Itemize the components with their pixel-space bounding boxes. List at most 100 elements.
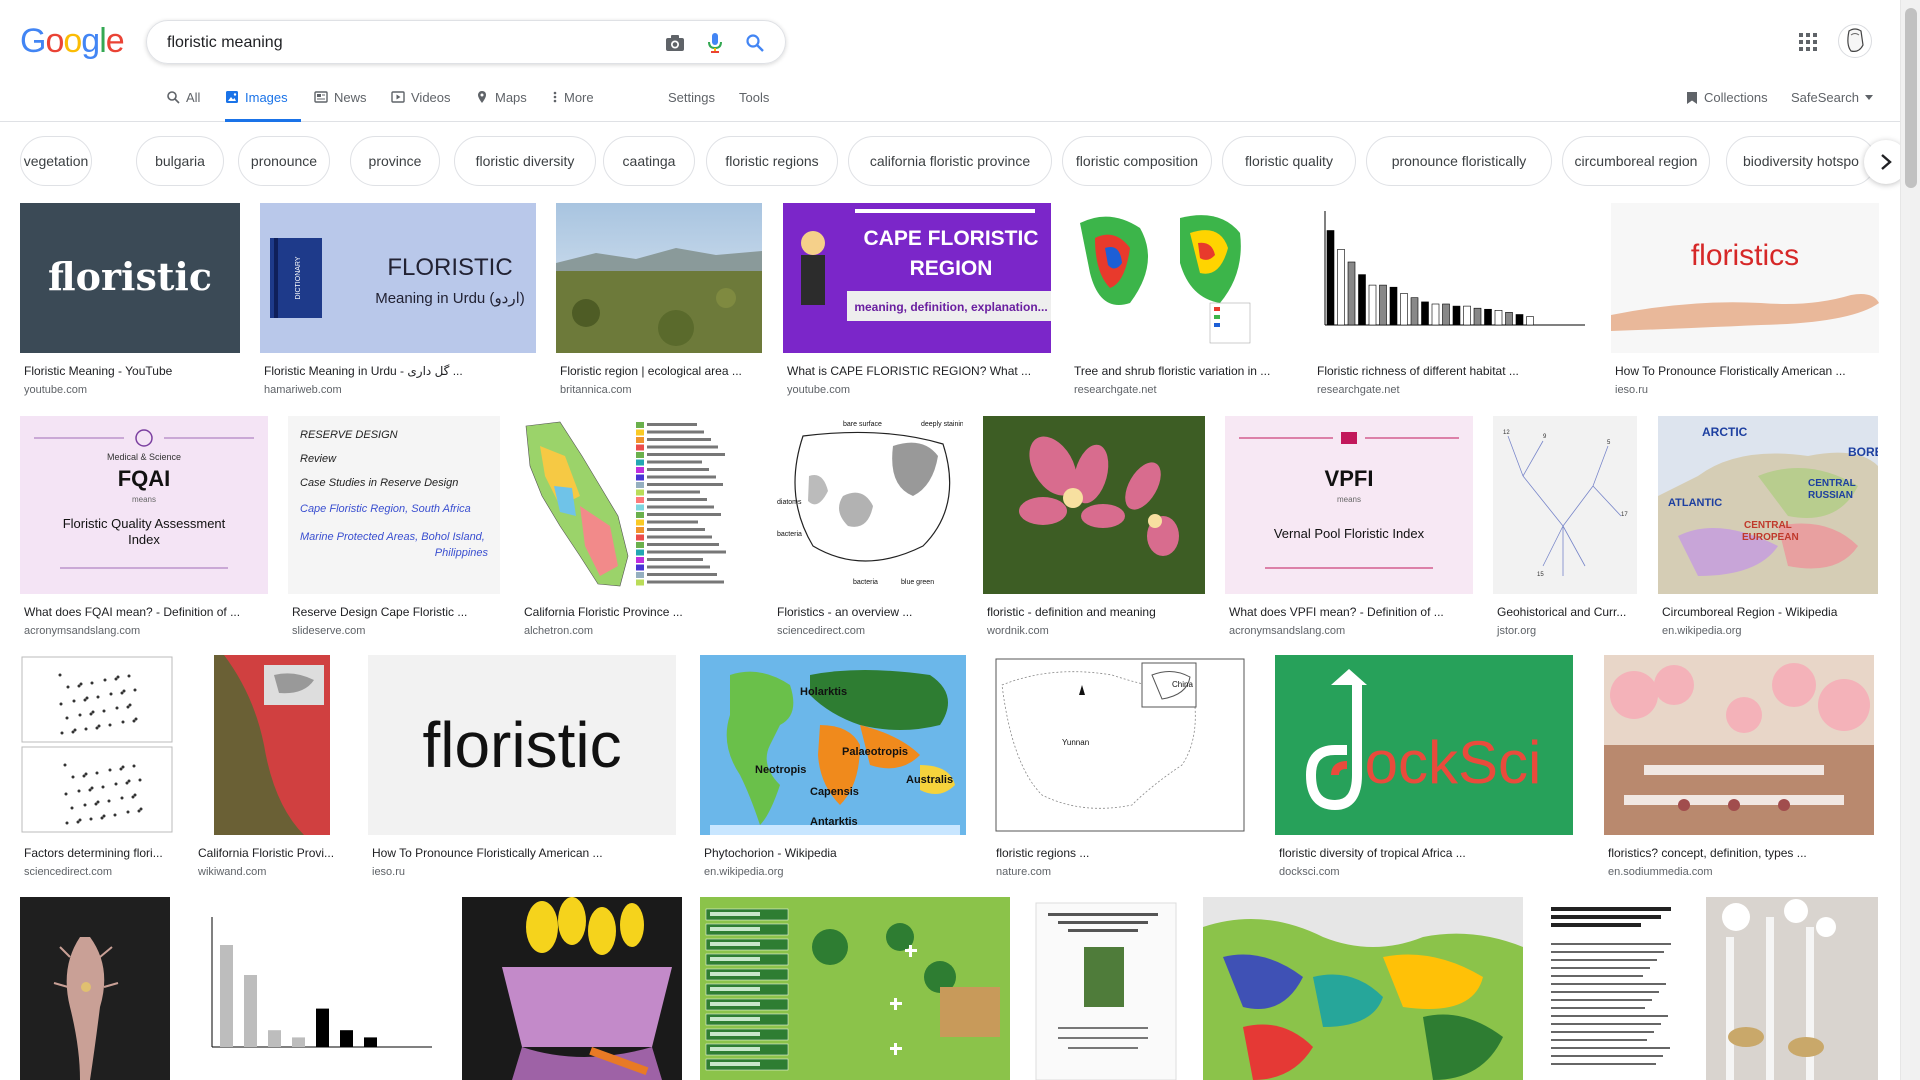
result-source[interactable]: wikiwand.com: [198, 866, 266, 878]
result-title[interactable]: Floristics - an overview ...: [777, 605, 959, 619]
result-source[interactable]: britannica.com: [560, 384, 632, 396]
result-thumbnail[interactable]: [983, 416, 1205, 594]
result-source[interactable]: wordnik.com: [987, 625, 1049, 637]
image-result[interactable]: floristic - definition and meaning wordni…: [983, 416, 1205, 644]
image-result[interactable]: ARCTICBOREALATLANTICCENTRALRUSSIANCENTRA…: [1658, 416, 1878, 644]
chip-1[interactable]: bulgaria: [136, 136, 224, 186]
result-title[interactable]: Tree and shrub floristic variation in ..…: [1074, 364, 1290, 378]
result-thumbnail[interactable]: [1706, 897, 1878, 1080]
result-source[interactable]: hamariweb.com: [264, 384, 342, 396]
result-thumbnail[interactable]: [1541, 897, 1687, 1080]
result-source[interactable]: nature.com: [996, 866, 1051, 878]
chip-0[interactable]: vegetation: [20, 136, 92, 186]
settings-link[interactable]: Settings: [668, 90, 715, 105]
apps-grid-icon[interactable]: [1796, 30, 1820, 54]
result-title[interactable]: Circumboreal Region - Wikipedia: [1662, 605, 1874, 619]
result-thumbnail[interactable]: ARCTICBOREALATLANTICCENTRALRUSSIANCENTRA…: [1658, 416, 1878, 594]
image-result[interactable]: [1541, 897, 1687, 1080]
safesearch-dropdown[interactable]: SafeSearch: [1791, 90, 1873, 105]
chip-7[interactable]: california floristic province: [848, 136, 1052, 186]
result-thumbnail[interactable]: Medical & Science FQAI means Floristic Qual…: [20, 416, 268, 594]
result-source[interactable]: en.wikipedia.org: [1662, 625, 1742, 637]
result-thumbnail[interactable]: diatoms bacteria bare surface deeply staini…: [773, 416, 963, 594]
result-source[interactable]: acronymsandslang.com: [1229, 625, 1345, 637]
avatar[interactable]: [1838, 24, 1872, 58]
result-thumbnail[interactable]: [1070, 203, 1294, 353]
result-title[interactable]: Floristic Meaning in Urdu - گل داری ...: [264, 364, 532, 378]
google-logo[interactable]: Google: [20, 22, 125, 61]
scrollbar[interactable]: [1900, 0, 1920, 1080]
result-source[interactable]: sciencedirect.com: [24, 866, 112, 878]
result-thumbnail[interactable]: [520, 416, 752, 594]
image-result[interactable]: floristic How To Pronounce Floristically …: [368, 655, 676, 885]
result-title[interactable]: Reserve Design Cape Floristic ...: [292, 605, 496, 619]
result-source[interactable]: youtube.com: [787, 384, 850, 396]
image-result[interactable]: floristic Floristic Meaning - YouTube yout…: [20, 203, 240, 403]
image-result[interactable]: CAPE FLORISTIC REGION meaning, definition,…: [783, 203, 1051, 403]
chip-3[interactable]: province: [350, 136, 440, 186]
result-title[interactable]: How To Pronounce Floristically American …: [372, 846, 672, 860]
result-source[interactable]: alchetron.com: [524, 625, 593, 637]
image-result[interactable]: [462, 897, 682, 1080]
image-result[interactable]: [700, 897, 1010, 1080]
result-source[interactable]: en.sodiummedia.com: [1608, 866, 1713, 878]
image-result[interactable]: California Floristic Provi... wikiwand.co…: [194, 655, 348, 885]
search-input[interactable]: [167, 31, 647, 55]
result-source[interactable]: ieso.ru: [372, 866, 405, 878]
result-thumbnail[interactable]: 12 9 5 17 15: [1493, 416, 1637, 594]
result-title[interactable]: floristic diversity of tropical Africa .…: [1279, 846, 1569, 860]
result-thumbnail[interactable]: [1313, 203, 1591, 353]
result-title[interactable]: Floristic richness of different habitat …: [1317, 364, 1587, 378]
chip-9[interactable]: floristic quality: [1222, 136, 1356, 186]
image-result[interactable]: [190, 897, 442, 1080]
image-result[interactable]: California Floristic Province ... alchetr…: [520, 416, 752, 644]
tab-news[interactable]: News: [314, 86, 367, 122]
result-thumbnail[interactable]: [20, 655, 174, 835]
image-result[interactable]: VPFI means Vernal Pool Floristic Index What…: [1225, 416, 1473, 644]
image-result[interactable]: China Yunnan floristic regions ... nature.c…: [992, 655, 1248, 885]
image-result[interactable]: DICTIONARY FLORISTIC Meaning in Urdu (اردو…: [260, 203, 536, 403]
result-source[interactable]: slideserve.com: [292, 625, 365, 637]
result-title[interactable]: Factors determining flori...: [24, 846, 170, 860]
result-thumbnail[interactable]: floristics: [1611, 203, 1879, 353]
result-source[interactable]: jstor.org: [1497, 625, 1536, 637]
result-thumbnail[interactable]: [462, 897, 682, 1080]
result-title[interactable]: California Floristic Provi...: [198, 846, 344, 860]
image-result[interactable]: [1028, 897, 1184, 1080]
image-result[interactable]: [20, 897, 170, 1080]
result-title[interactable]: How To Pronounce Floristically American …: [1615, 364, 1875, 378]
chip-11[interactable]: circumboreal region: [1562, 136, 1710, 186]
result-source[interactable]: researchgate.net: [1317, 384, 1400, 396]
search-submit-icon[interactable]: [743, 31, 767, 55]
chip-4[interactable]: floristic diversity: [454, 136, 596, 186]
image-result[interactable]: diatoms bacteria bare surface deeply staini…: [773, 416, 963, 644]
result-source[interactable]: ieso.ru: [1615, 384, 1648, 396]
image-result[interactable]: RESERVE DESIGN Review Case Studies in Rese…: [288, 416, 500, 644]
chip-12[interactable]: biodiversity hotspo: [1726, 136, 1876, 186]
image-result[interactable]: [1203, 897, 1523, 1080]
result-thumbnail[interactable]: CAPE FLORISTIC REGION meaning, definition,…: [783, 203, 1051, 353]
camera-icon[interactable]: [663, 31, 687, 55]
scrollbar-thumb[interactable]: [1905, 8, 1917, 188]
tab-more[interactable]: More: [552, 86, 594, 122]
result-thumbnail[interactable]: [20, 897, 170, 1080]
result-thumbnail[interactable]: RESERVE DESIGN Review Case Studies in Rese…: [288, 416, 500, 594]
image-result[interactable]: Factors determining flori... sciencedirec…: [20, 655, 174, 885]
result-source[interactable]: researchgate.net: [1074, 384, 1157, 396]
tab-videos[interactable]: Videos: [391, 86, 451, 122]
chip-2[interactable]: pronounce: [238, 136, 330, 186]
image-result[interactable]: Floristic region | ecological area ... br…: [556, 203, 762, 403]
result-thumbnail[interactable]: [556, 203, 762, 353]
result-thumbnail[interactable]: [194, 655, 348, 835]
result-title[interactable]: floristics? concept, definition, types .…: [1608, 846, 1870, 860]
result-title[interactable]: Floristic Meaning - YouTube: [24, 364, 236, 378]
result-thumbnail[interactable]: [1203, 897, 1523, 1080]
image-result[interactable]: Tree and shrub floristic variation in ..…: [1070, 203, 1294, 403]
result-title[interactable]: What does VPFI mean? - Definition of ...: [1229, 605, 1469, 619]
result-source[interactable]: sciencedirect.com: [777, 625, 865, 637]
result-thumbnail[interactable]: [190, 897, 442, 1080]
image-result[interactable]: floristics How To Pronounce Floristically…: [1611, 203, 1879, 403]
image-result[interactable]: Floristic richness of different habitat …: [1313, 203, 1591, 403]
tools-link[interactable]: Tools: [739, 90, 769, 105]
result-title[interactable]: California Floristic Province ...: [524, 605, 748, 619]
